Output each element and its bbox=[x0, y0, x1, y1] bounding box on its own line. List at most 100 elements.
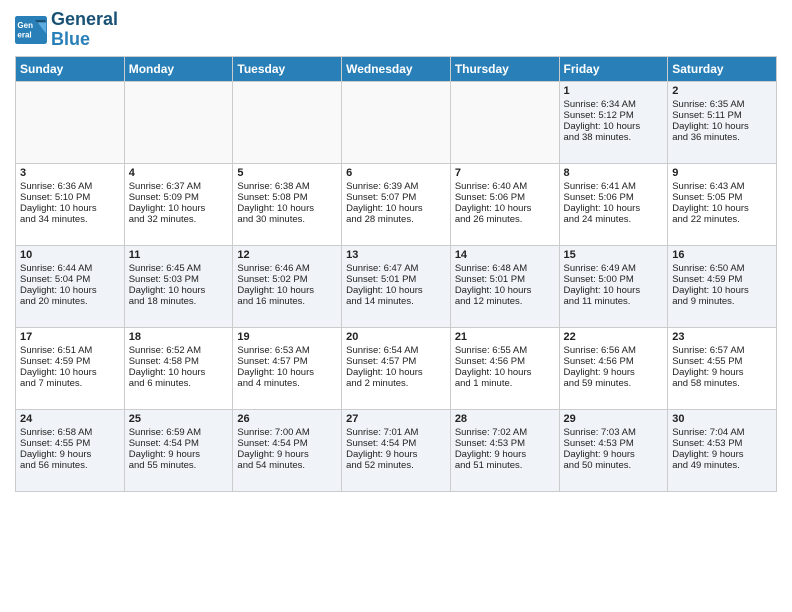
cell-content-line: Sunset: 5:03 PM bbox=[129, 274, 229, 285]
header-thursday: Thursday bbox=[450, 56, 559, 81]
cell-content-line: Daylight: 10 hours bbox=[237, 203, 337, 214]
calendar-cell bbox=[450, 81, 559, 163]
day-number: 27 bbox=[346, 413, 446, 425]
cell-content-line: Sunset: 4:57 PM bbox=[346, 356, 446, 367]
cell-content-line: Daylight: 9 hours bbox=[672, 449, 772, 460]
cell-content-line: Daylight: 10 hours bbox=[455, 367, 555, 378]
page-container: Gen eral General Blue SundayMondayTuesda… bbox=[0, 0, 792, 497]
cell-content-line: and 59 minutes. bbox=[564, 378, 664, 389]
calendar-cell bbox=[233, 81, 342, 163]
day-number: 20 bbox=[346, 331, 446, 343]
cell-content-line: and 51 minutes. bbox=[455, 460, 555, 471]
day-number: 6 bbox=[346, 167, 446, 179]
cell-content-line: Sunset: 5:06 PM bbox=[564, 192, 664, 203]
cell-content-line: Sunset: 5:01 PM bbox=[455, 274, 555, 285]
day-number: 29 bbox=[564, 413, 664, 425]
cell-content-line: Daylight: 10 hours bbox=[129, 203, 229, 214]
day-number: 30 bbox=[672, 413, 772, 425]
cell-content-line: Sunrise: 7:02 AM bbox=[455, 427, 555, 438]
day-number: 26 bbox=[237, 413, 337, 425]
day-number: 9 bbox=[672, 167, 772, 179]
cell-content-line: and 34 minutes. bbox=[20, 214, 120, 225]
calendar-cell: 2Sunrise: 6:35 AMSunset: 5:11 PMDaylight… bbox=[668, 81, 777, 163]
cell-content-line: Sunset: 4:59 PM bbox=[20, 356, 120, 367]
cell-content-line: Daylight: 10 hours bbox=[129, 285, 229, 296]
day-number: 10 bbox=[20, 249, 120, 261]
cell-content-line: Sunset: 5:10 PM bbox=[20, 192, 120, 203]
cell-content-line: Daylight: 10 hours bbox=[20, 203, 120, 214]
week-row-0: 1Sunrise: 6:34 AMSunset: 5:12 PMDaylight… bbox=[16, 81, 777, 163]
calendar-cell: 8Sunrise: 6:41 AMSunset: 5:06 PMDaylight… bbox=[559, 163, 668, 245]
cell-content-line: and 11 minutes. bbox=[564, 296, 664, 307]
day-number: 2 bbox=[672, 85, 772, 97]
day-number: 1 bbox=[564, 85, 664, 97]
cell-content-line: Daylight: 10 hours bbox=[346, 367, 446, 378]
cell-content-line: Sunset: 5:00 PM bbox=[564, 274, 664, 285]
cell-content-line: Sunrise: 6:53 AM bbox=[237, 345, 337, 356]
day-number: 13 bbox=[346, 249, 446, 261]
calendar-cell bbox=[16, 81, 125, 163]
cell-content-line: Sunrise: 6:54 AM bbox=[346, 345, 446, 356]
cell-content-line: Sunset: 5:06 PM bbox=[455, 192, 555, 203]
cell-content-line: Daylight: 9 hours bbox=[346, 449, 446, 460]
day-number: 24 bbox=[20, 413, 120, 425]
cell-content-line: Sunrise: 6:38 AM bbox=[237, 181, 337, 192]
cell-content-line: Daylight: 9 hours bbox=[564, 367, 664, 378]
calendar-cell: 7Sunrise: 6:40 AMSunset: 5:06 PMDaylight… bbox=[450, 163, 559, 245]
day-number: 18 bbox=[129, 331, 229, 343]
day-number: 22 bbox=[564, 331, 664, 343]
cell-content-line: Sunset: 4:56 PM bbox=[455, 356, 555, 367]
cell-content-line: and 49 minutes. bbox=[672, 460, 772, 471]
day-number: 23 bbox=[672, 331, 772, 343]
cell-content-line: Sunrise: 6:43 AM bbox=[672, 181, 772, 192]
cell-content-line: Daylight: 10 hours bbox=[672, 285, 772, 296]
cell-content-line: Daylight: 9 hours bbox=[455, 449, 555, 460]
cell-content-line: Daylight: 10 hours bbox=[129, 367, 229, 378]
cell-content-line: and 9 minutes. bbox=[672, 296, 772, 307]
cell-content-line: Daylight: 10 hours bbox=[346, 285, 446, 296]
calendar-cell bbox=[124, 81, 233, 163]
cell-content-line: Daylight: 9 hours bbox=[564, 449, 664, 460]
day-number: 7 bbox=[455, 167, 555, 179]
cell-content-line: Sunset: 4:56 PM bbox=[564, 356, 664, 367]
cell-content-line: and 20 minutes. bbox=[20, 296, 120, 307]
calendar-cell: 22Sunrise: 6:56 AMSunset: 4:56 PMDayligh… bbox=[559, 327, 668, 409]
day-number: 21 bbox=[455, 331, 555, 343]
calendar-cell: 28Sunrise: 7:02 AMSunset: 4:53 PMDayligh… bbox=[450, 409, 559, 491]
cell-content-line: and 26 minutes. bbox=[455, 214, 555, 225]
cell-content-line: Daylight: 10 hours bbox=[20, 367, 120, 378]
cell-content-line: Sunrise: 6:50 AM bbox=[672, 263, 772, 274]
calendar-cell: 4Sunrise: 6:37 AMSunset: 5:09 PMDaylight… bbox=[124, 163, 233, 245]
day-number: 16 bbox=[672, 249, 772, 261]
day-number: 4 bbox=[129, 167, 229, 179]
header-tuesday: Tuesday bbox=[233, 56, 342, 81]
cell-content-line: Sunrise: 6:46 AM bbox=[237, 263, 337, 274]
calendar-cell: 16Sunrise: 6:50 AMSunset: 4:59 PMDayligh… bbox=[668, 245, 777, 327]
cell-content-line: Sunset: 5:01 PM bbox=[346, 274, 446, 285]
cell-content-line: Daylight: 10 hours bbox=[564, 285, 664, 296]
calendar-table: SundayMondayTuesdayWednesdayThursdayFrid… bbox=[15, 56, 777, 492]
cell-content-line: and 14 minutes. bbox=[346, 296, 446, 307]
calendar-cell: 5Sunrise: 6:38 AMSunset: 5:08 PMDaylight… bbox=[233, 163, 342, 245]
calendar-cell: 6Sunrise: 6:39 AMSunset: 5:07 PMDaylight… bbox=[342, 163, 451, 245]
week-row-4: 24Sunrise: 6:58 AMSunset: 4:55 PMDayligh… bbox=[16, 409, 777, 491]
cell-content-line: Sunset: 5:07 PM bbox=[346, 192, 446, 203]
cell-content-line: Daylight: 10 hours bbox=[455, 285, 555, 296]
calendar-cell: 20 Sunrise: 6:54 AMSunset: 4:57 PMDayligh… bbox=[342, 327, 451, 409]
calendar-cell: 3Sunrise: 6:36 AMSunset: 5:10 PMDaylight… bbox=[16, 163, 125, 245]
week-row-1: 3Sunrise: 6:36 AMSunset: 5:10 PMDaylight… bbox=[16, 163, 777, 245]
cell-content-line: Sunrise: 6:59 AM bbox=[129, 427, 229, 438]
calendar-cell: 30Sunrise: 7:04 AMSunset: 4:53 PMDayligh… bbox=[668, 409, 777, 491]
cell-content-line: Sunrise: 6:37 AM bbox=[129, 181, 229, 192]
cell-content-line: Sunrise: 6:40 AM bbox=[455, 181, 555, 192]
cell-content-line: Sunrise: 6:49 AM bbox=[564, 263, 664, 274]
calendar-cell: 29Sunrise: 7:03 AMSunset: 4:53 PMDayligh… bbox=[559, 409, 668, 491]
day-number: 17 bbox=[20, 331, 120, 343]
day-number: 19 bbox=[237, 331, 337, 343]
cell-content-line: Daylight: 10 hours bbox=[564, 203, 664, 214]
cell-content-line: Sunset: 5:11 PM bbox=[672, 110, 772, 121]
cell-content-line: Daylight: 10 hours bbox=[564, 121, 664, 132]
cell-content-line: and 36 minutes. bbox=[672, 132, 772, 143]
cell-content-line: and 50 minutes. bbox=[564, 460, 664, 471]
cell-content-line: and 55 minutes. bbox=[129, 460, 229, 471]
